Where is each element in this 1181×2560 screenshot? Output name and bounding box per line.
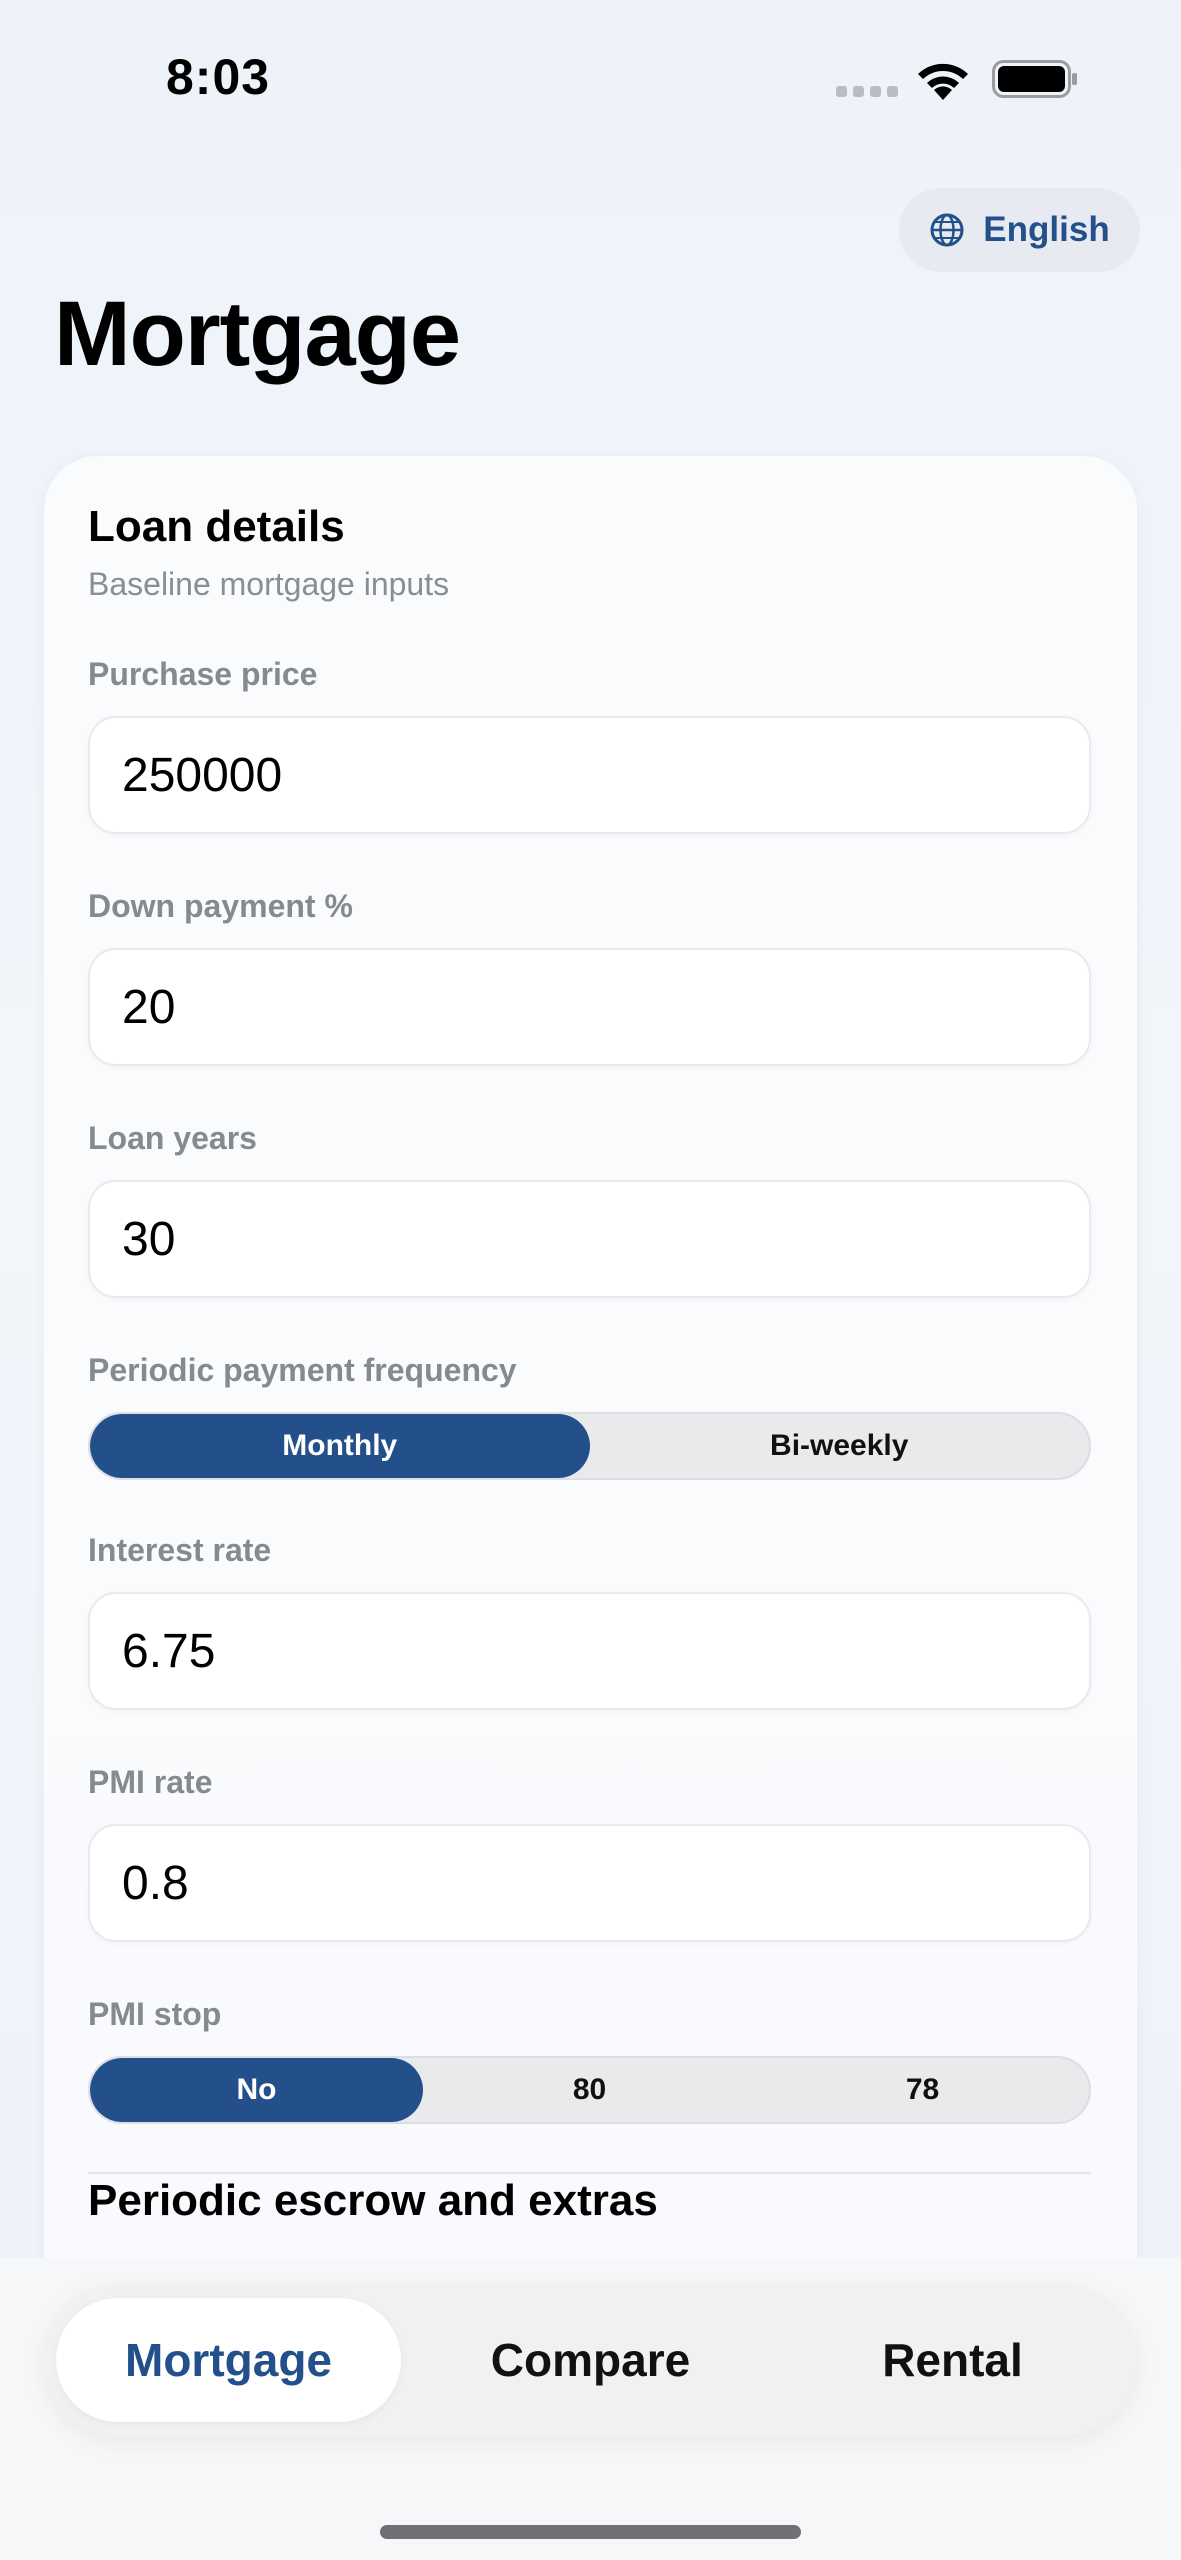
purchase-price-label: Purchase price (88, 656, 318, 692)
down-payment-input[interactable] (88, 948, 1091, 1066)
purchase-price-input[interactable] (88, 716, 1091, 834)
tab-compare[interactable]: Compare (418, 2298, 763, 2422)
interest-rate-label: Interest rate (88, 1532, 272, 1568)
pmi-rate-input[interactable] (88, 1824, 1091, 1942)
frequency-option-bi-weekly[interactable]: Bi-weekly (590, 1414, 1090, 1478)
down-payment-label: Down payment % (88, 888, 353, 924)
tab-mortgage[interactable]: Mortgage (56, 2298, 401, 2422)
pmi-stop-label: PMI stop (88, 1996, 222, 2032)
pmi-stop-segmented-control: No 80 78 (88, 2056, 1091, 2124)
page-title: Mortgage (54, 283, 461, 385)
globe-icon (930, 213, 964, 247)
loan-details-card: Loan details Baseline mortgage inputs Pu… (44, 456, 1137, 2356)
section-divider (88, 2172, 1091, 2174)
pmi-stop-option-78[interactable]: 78 (756, 2058, 1089, 2122)
tab-rental[interactable]: Rental (780, 2298, 1125, 2422)
payment-frequency-segmented-control: Monthly Bi-weekly (88, 1412, 1091, 1480)
card-subtitle: Baseline mortgage inputs (88, 566, 450, 602)
payment-frequency-label: Periodic payment frequency (88, 1352, 517, 1388)
language-selector-button[interactable]: English (899, 188, 1140, 272)
loan-years-input[interactable] (88, 1180, 1091, 1298)
escrow-section-title: Periodic escrow and extras (88, 2176, 658, 2225)
pmi-stop-option-no[interactable]: No (90, 2058, 423, 2122)
loan-years-label: Loan years (88, 1120, 257, 1156)
frequency-option-monthly[interactable]: Monthly (90, 1414, 590, 1478)
pmi-rate-label: PMI rate (88, 1764, 213, 1800)
pmi-stop-option-80[interactable]: 80 (423, 2058, 756, 2122)
status-time: 8:03 (166, 49, 271, 105)
interest-rate-input[interactable] (88, 1592, 1091, 1710)
cellular-signal-icon (836, 86, 898, 98)
card-title: Loan details (88, 502, 345, 551)
status-bar: 8:03 (0, 0, 1181, 160)
home-indicator (380, 2525, 801, 2539)
language-label: English (983, 210, 1110, 249)
tab-bar: Mortgage Compare Rental (44, 2284, 1137, 2436)
wifi-icon (918, 63, 968, 100)
battery-icon (992, 60, 1077, 98)
